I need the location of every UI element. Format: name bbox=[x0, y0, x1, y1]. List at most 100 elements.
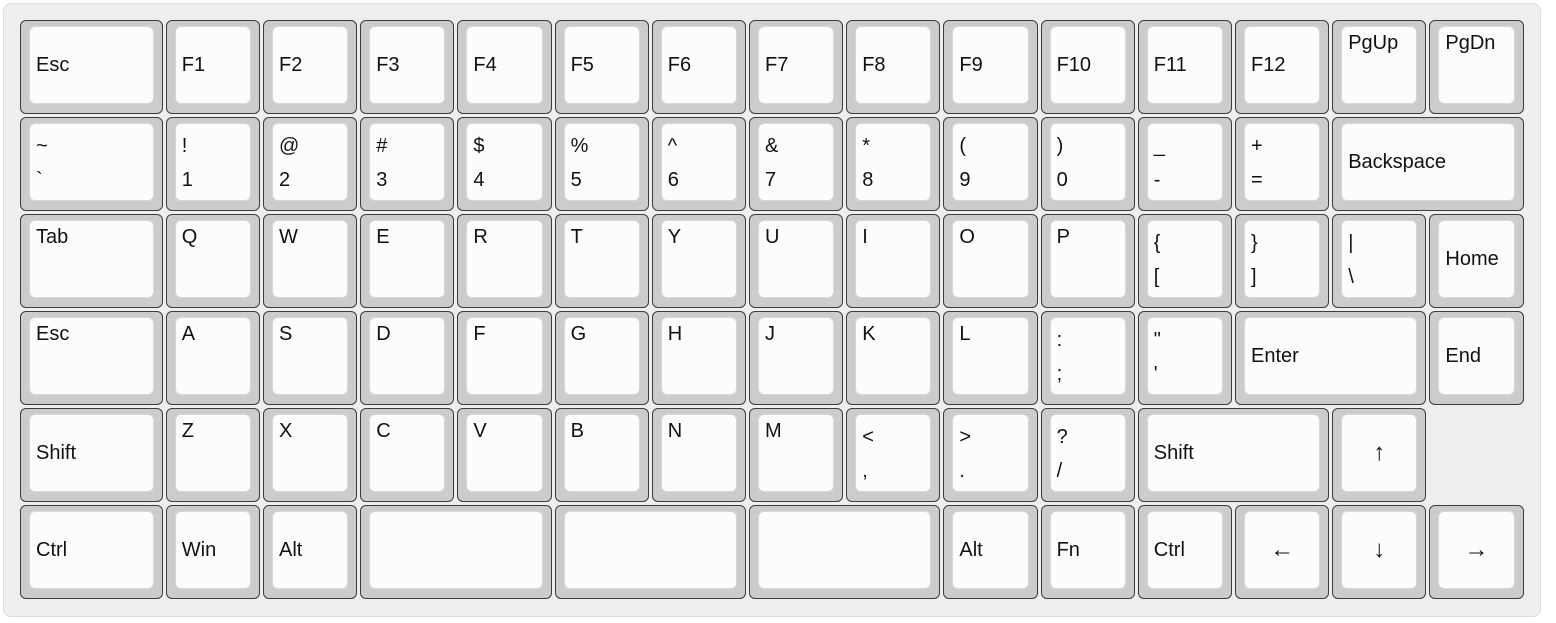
keycap: B bbox=[564, 415, 639, 491]
key-5[interactable]: % 5 bbox=[554, 117, 649, 211]
key-right-shift[interactable]: Shift bbox=[1137, 408, 1330, 502]
key-g[interactable]: G bbox=[554, 311, 649, 405]
key-backtick[interactable]: ~ ` bbox=[20, 117, 163, 211]
key-minus[interactable]: _ - bbox=[1137, 117, 1232, 211]
key-f6[interactable]: F6 bbox=[651, 20, 746, 114]
key-comma[interactable]: <, bbox=[846, 408, 941, 502]
key-arrow-left[interactable]: ← bbox=[1235, 505, 1330, 599]
keycap: F9 bbox=[953, 27, 1028, 103]
key-backspace[interactable]: Backspace bbox=[1332, 117, 1524, 211]
key-f2[interactable]: F2 bbox=[263, 20, 358, 114]
key-7[interactable]: & 7 bbox=[749, 117, 844, 211]
key-left-alt[interactable]: Alt bbox=[263, 505, 358, 599]
key-period[interactable]: >. bbox=[943, 408, 1038, 502]
key-q[interactable]: Q bbox=[165, 214, 260, 308]
key-left-shift[interactable]: Shift bbox=[20, 408, 163, 502]
key-k[interactable]: K bbox=[846, 311, 941, 405]
key-label: Shift bbox=[36, 442, 77, 464]
key-p[interactable]: P bbox=[1040, 214, 1135, 308]
key-3[interactable]: #3 bbox=[360, 117, 455, 211]
key-e[interactable]: E bbox=[360, 214, 455, 308]
key-f12[interactable]: F12 bbox=[1235, 20, 1330, 114]
key-f8[interactable]: F8 bbox=[846, 20, 941, 114]
key-2[interactable]: @2 bbox=[263, 117, 358, 211]
key-o[interactable]: O bbox=[943, 214, 1038, 308]
key-esc[interactable]: Esc bbox=[20, 20, 163, 114]
key-enter[interactable]: Enter bbox=[1235, 311, 1427, 405]
key-c[interactable]: C bbox=[360, 408, 455, 502]
key-9[interactable]: (9 bbox=[943, 117, 1038, 211]
key-equals[interactable]: + = bbox=[1235, 117, 1330, 211]
key-n[interactable]: N bbox=[651, 408, 746, 502]
key-f5[interactable]: F5 bbox=[554, 20, 649, 114]
key-arrow-down[interactable]: ↓ bbox=[1332, 505, 1427, 599]
keycap: ^ 6 bbox=[661, 124, 736, 200]
key-end[interactable]: End bbox=[1429, 311, 1524, 405]
key-w[interactable]: W bbox=[263, 214, 358, 308]
key-f[interactable]: F bbox=[457, 311, 552, 405]
key-arrow-right[interactable]: → bbox=[1429, 505, 1524, 599]
key-v[interactable]: V bbox=[457, 408, 552, 502]
key-right-alt[interactable]: Alt bbox=[943, 505, 1038, 599]
key-f3[interactable]: F3 bbox=[360, 20, 455, 114]
key-f1[interactable]: F1 bbox=[165, 20, 260, 114]
key-d[interactable]: D bbox=[360, 311, 455, 405]
key-shift-label: ( bbox=[959, 135, 967, 157]
key-1[interactable]: ! 1 bbox=[165, 117, 260, 211]
keycap: O bbox=[953, 221, 1028, 297]
key-f7[interactable]: F7 bbox=[749, 20, 844, 114]
key-0[interactable]: ) 0 bbox=[1040, 117, 1135, 211]
key-b[interactable]: B bbox=[554, 408, 649, 502]
key-base-label: 9 bbox=[959, 169, 971, 191]
key-esc-caps[interactable]: Esc bbox=[20, 311, 163, 405]
key-x[interactable]: X bbox=[263, 408, 358, 502]
key-semicolon[interactable]: :; bbox=[1040, 311, 1135, 405]
key-label: E bbox=[376, 226, 390, 248]
key-backslash[interactable]: | \ bbox=[1332, 214, 1427, 308]
key-f10[interactable]: F10 bbox=[1040, 20, 1135, 114]
key-right-bracket[interactable]: }] bbox=[1235, 214, 1330, 308]
key-tab[interactable]: Tab bbox=[20, 214, 163, 308]
key-h[interactable]: H bbox=[651, 311, 746, 405]
key-pgdn[interactable]: PgDn bbox=[1429, 20, 1524, 114]
key-s[interactable]: S bbox=[263, 311, 358, 405]
keycap: J bbox=[759, 318, 834, 394]
key-space-right[interactable] bbox=[749, 505, 941, 599]
key-quote[interactable]: " ' bbox=[1137, 311, 1232, 405]
key-shift-label: % bbox=[570, 135, 589, 157]
key-u[interactable]: U bbox=[749, 214, 844, 308]
key-z[interactable]: Z bbox=[165, 408, 260, 502]
key-left-bracket[interactable]: {[ bbox=[1137, 214, 1232, 308]
key-slash[interactable]: ? / bbox=[1040, 408, 1135, 502]
key-pgup[interactable]: PgUp bbox=[1332, 20, 1427, 114]
key-label: F11 bbox=[1153, 54, 1187, 76]
key-6[interactable]: ^ 6 bbox=[651, 117, 746, 211]
keycap: Fn bbox=[1050, 512, 1125, 588]
keycap: Esc bbox=[30, 27, 153, 103]
key-base-label: ` bbox=[36, 169, 43, 191]
key-f9[interactable]: F9 bbox=[943, 20, 1038, 114]
key-space-left[interactable] bbox=[360, 505, 552, 599]
key-label: F5 bbox=[570, 54, 594, 76]
key-y[interactable]: Y bbox=[651, 214, 746, 308]
key-space-middle[interactable] bbox=[554, 505, 746, 599]
key-f11[interactable]: F11 bbox=[1137, 20, 1232, 114]
key-home[interactable]: Home bbox=[1429, 214, 1524, 308]
key-j[interactable]: J bbox=[749, 311, 844, 405]
key-arrow-up[interactable]: ↑ bbox=[1332, 408, 1427, 502]
key-4[interactable]: $4 bbox=[457, 117, 552, 211]
key-win[interactable]: Win bbox=[165, 505, 260, 599]
key-t[interactable]: T bbox=[554, 214, 649, 308]
key-right-ctrl[interactable]: Ctrl bbox=[1137, 505, 1232, 599]
key-r[interactable]: R bbox=[457, 214, 552, 308]
key-label: B bbox=[570, 420, 584, 442]
key-8[interactable]: * 8 bbox=[846, 117, 941, 211]
key-l[interactable]: L bbox=[943, 311, 1038, 405]
key-i[interactable]: I bbox=[846, 214, 941, 308]
key-base-label: = bbox=[1251, 169, 1263, 191]
key-fn[interactable]: Fn bbox=[1040, 505, 1135, 599]
key-m[interactable]: M bbox=[749, 408, 844, 502]
key-f4[interactable]: F4 bbox=[457, 20, 552, 114]
key-left-ctrl[interactable]: Ctrl bbox=[20, 505, 163, 599]
key-a[interactable]: A bbox=[165, 311, 260, 405]
